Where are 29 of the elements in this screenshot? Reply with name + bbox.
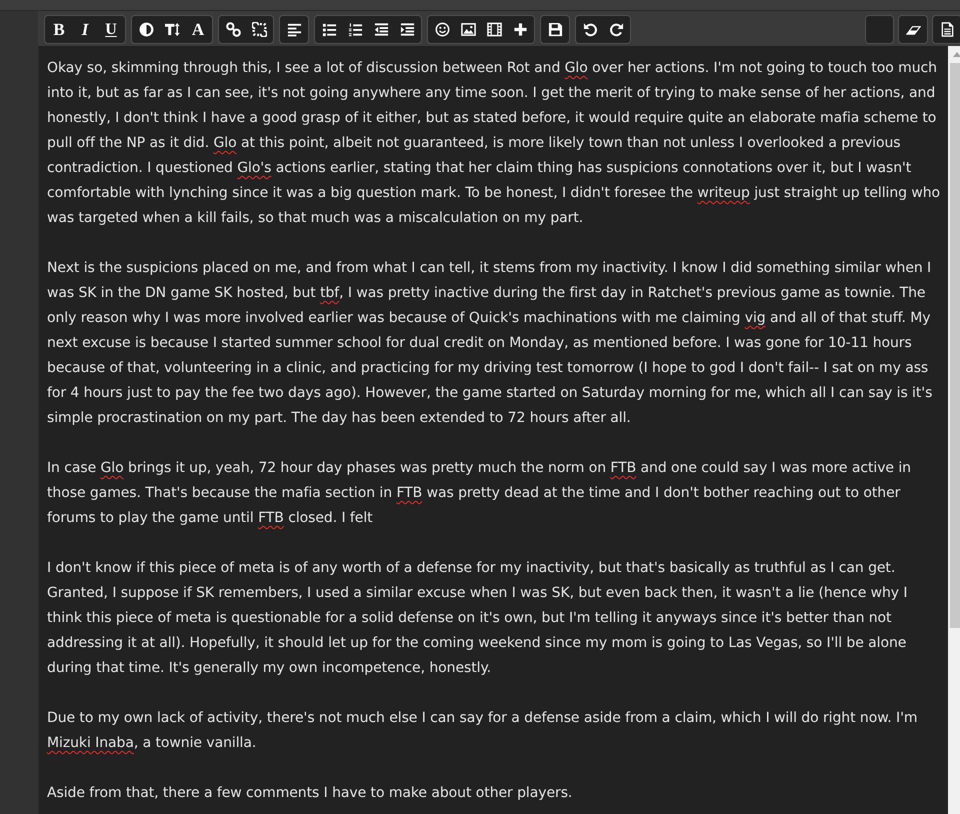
bulleted-list-icon xyxy=(322,22,336,37)
paragraph: Aside from that, there a few comments I have to make about other players. xyxy=(47,784,574,803)
italic-button[interactable]: I xyxy=(72,16,98,43)
text-editor-area[interactable] xyxy=(39,46,948,814)
text-size-icon xyxy=(164,22,180,37)
document-icon xyxy=(940,22,954,37)
film-strip-icon xyxy=(486,22,502,37)
paragraph: Next is the suspicions placed on me, and from what I can tell, it stems from my inactivity. I know I did something similar when I was SK in the DN game SK hosted, but tbf, I was pretty inactive during the first day in Ratchet's previous game as townie. The only reason why I was more involved earlier was because of Quick's machinations with me claiming vig and all of that stuff. My next excuse is because I started summer school for dual credit on Monday, as mentioned before. I was gone for 10-11 hours because of that, volunteering in a clinic, and practicing for my driving test tomorrow (I hope to god I don't fail-- I sat on my ass for 4 hours just to pay the fee two days ago). However, the game started on Saturday morning for me, which all I can say is it's simple procrastination on my part. The day has been extended to 72 hours after all. xyxy=(47,259,934,428)
paragraph: In case Glo brings it up, yeah, 72 hour day phases was pretty much the norm on FTB and one could say I was more active in those games. That's because the mafia section in FTB was pretty dead at the time and I don't bother reaching out to other forums to play the game until FTB closed. I felt xyxy=(47,459,912,528)
undo-icon xyxy=(582,22,598,37)
align-left-icon xyxy=(286,22,302,37)
contrast-icon xyxy=(138,22,154,37)
chain-link-icon xyxy=(226,22,240,37)
paragraph: Okay so, skimming through this, I see a lot of discussion between Rot and Glo over her actions. I'm not going to touch too much into it, but as far as I can see, it's not going anywhere any time soon. I get the merit of trying to make sense of her actions, and honestly, I don't think I have a good grasp of it either, but as stated before, it would require quite an elaborate mafia scheme to pull off the NP as it did. Glo at this point, albeit not guaranteed, is more likely town than not unless I overlooked a previous contradiction. I questioned Glo's actions earlier, stating that her claim thing has suspicions connotations over it, but I wasn't comfortable with lynching since it was a big question mark. To be honest, I didn't foresee the writeup just straight up telling who was targeted when a kill fails, so that much was a miscalculation on my part. xyxy=(47,59,941,228)
paragraph: Due to my own lack of activity, there's not much else I can say for a defense aside from a claim, which I will do right now. I'm Mizuki Inaba, a townie vanilla. xyxy=(47,709,918,753)
scrollbar-thumb[interactable] xyxy=(950,63,960,628)
plus-icon xyxy=(512,22,528,37)
underline-button[interactable]: U xyxy=(98,16,124,43)
image-icon xyxy=(460,22,476,37)
scrollbar[interactable] xyxy=(948,46,960,814)
indent-icon xyxy=(400,22,414,37)
numbered-list-icon xyxy=(348,22,362,37)
smiley-icon xyxy=(434,22,450,37)
paragraph: I don't know if this piece of meta is of any worth of a defense for my inactivity, but that's basically as truthful as I can get. Granted, I suppose if SK remembers, I used a similar excuse when I was SK, but even back then, it wasn't a lie (hence why I think this piece of meta is questionable for a solid defense on it's own, but I'm telling it anyways since it's better than not addressing it at all). Hopefully, it should let up for the coming weekend since my mom is going to Las Vegas, so I'll be alone during that time. It's generally my own incompetence, honestly. xyxy=(47,559,908,678)
broken-chain-icon xyxy=(252,22,266,37)
bold-button[interactable]: B xyxy=(46,16,72,43)
font-button[interactable]: A xyxy=(185,16,211,43)
redo-icon xyxy=(608,22,624,37)
outdent-icon xyxy=(374,22,388,37)
